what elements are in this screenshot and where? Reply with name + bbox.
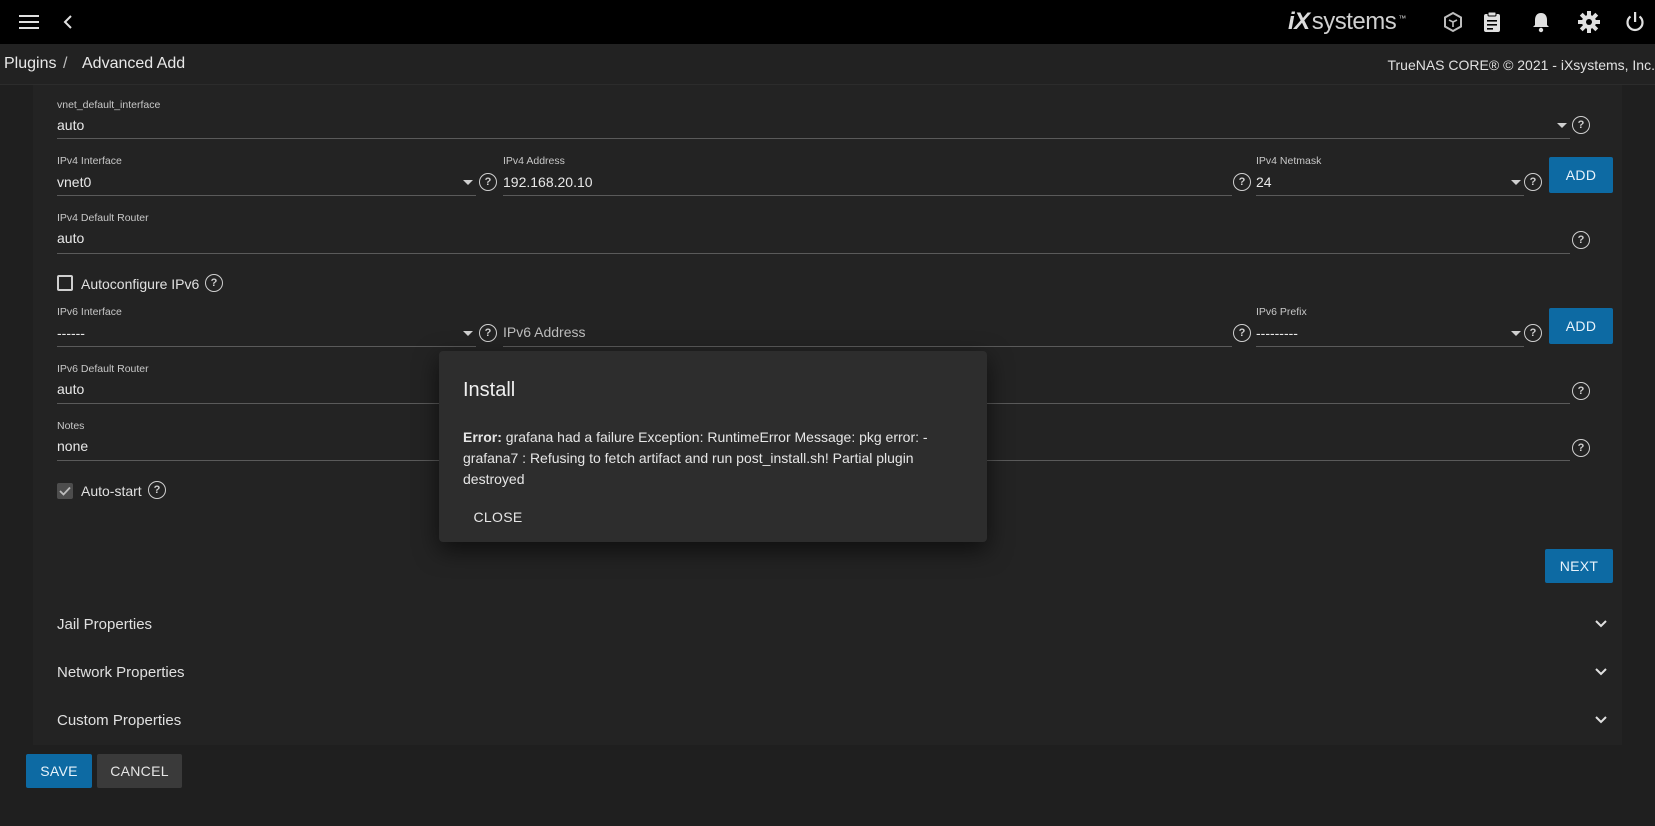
ipv4-default-router-input[interactable]: auto — [57, 230, 84, 246]
ipv6-prefix-dropdown-icon[interactable] — [1511, 331, 1521, 336]
brand-logo-trademark: ™ — [1398, 14, 1406, 23]
breadcrumb-separator: / — [63, 55, 68, 72]
ipv4-default-router-help-icon[interactable]: ? — [1572, 231, 1590, 249]
cancel-button[interactable]: CANCEL — [97, 754, 182, 788]
autoconfigure-ipv6-help-icon[interactable]: ? — [205, 274, 223, 292]
notes-help-icon[interactable]: ? — [1572, 439, 1590, 457]
gear-icon[interactable] — [1575, 8, 1603, 36]
ipv4-netmask-select[interactable]: 24 — [1256, 174, 1272, 190]
ipv4-netmask-help-icon[interactable]: ? — [1524, 173, 1542, 191]
install-error-dialog: Install Error: grafana had a failure Exc… — [439, 351, 987, 542]
auto-start-label: Auto-start — [81, 483, 142, 499]
auto-start-checkbox[interactable] — [57, 483, 73, 499]
ipv6-interface-underline — [57, 346, 476, 347]
ipv6-interface-label: IPv6 Interface — [57, 306, 122, 318]
ipv4-netmask-dropdown-icon[interactable] — [1511, 180, 1521, 185]
hamburger-menu-icon[interactable] — [15, 8, 43, 36]
ipv6-default-router-help-icon[interactable]: ? — [1572, 382, 1590, 400]
next-button[interactable]: NEXT — [1545, 549, 1613, 583]
vnet-default-interface-underline — [57, 138, 1570, 139]
ipv4-default-router-label: IPv4 Default Router — [57, 212, 149, 224]
autoconfigure-ipv6-label: Autoconfigure IPv6 — [81, 276, 200, 292]
accordion-network-properties-title: Network Properties — [57, 664, 185, 681]
ipv4-netmask-underline — [1256, 195, 1524, 196]
dialog-error-prefix: Error: — [463, 429, 502, 445]
ipv4-add-button[interactable]: ADD — [1549, 157, 1613, 193]
ipv4-interface-label: IPv4 Interface — [57, 155, 122, 167]
accordion-custom-properties[interactable]: Custom Properties — [33, 697, 1622, 745]
ipv6-prefix-help-icon[interactable]: ? — [1524, 324, 1542, 342]
ipv6-address-input[interactable]: IPv6 Address — [503, 324, 586, 340]
copyright-text: TrueNAS CORE® © 2021 - iXsystems, Inc. — [1387, 57, 1655, 73]
ipv6-prefix-select[interactable]: --------- — [1256, 325, 1298, 341]
auto-start-help-icon[interactable]: ? — [148, 481, 166, 499]
checkmark-icon — [59, 486, 71, 496]
ipv4-address-help-icon[interactable]: ? — [1233, 173, 1251, 191]
ipv6-prefix-label: IPv6 Prefix — [1256, 306, 1307, 318]
ipv6-address-underline — [503, 346, 1232, 347]
notes-input[interactable]: none — [57, 438, 88, 454]
brand-logo: iX systems ™ — [1288, 8, 1406, 36]
chevron-down-icon — [1595, 716, 1607, 724]
truecommand-icon[interactable] — [1439, 8, 1467, 36]
top-bar: iX systems ™ — [0, 0, 1655, 44]
ipv6-interface-select[interactable]: ------ — [57, 325, 85, 341]
brand-logo-prefix: iX — [1288, 8, 1310, 35]
chevron-down-icon — [1595, 620, 1607, 628]
vnet-default-interface-label: vnet_default_interface — [57, 99, 161, 111]
page-header: Plugins / Advanced Add TrueNAS CORE® © 2… — [0, 44, 1655, 85]
ipv6-interface-dropdown-icon[interactable] — [463, 331, 473, 336]
ipv4-interface-underline — [57, 195, 476, 196]
save-button[interactable]: SAVE — [26, 754, 92, 788]
chevron-down-icon — [1595, 668, 1607, 676]
bell-icon[interactable] — [1527, 8, 1555, 36]
chevron-left-icon[interactable] — [54, 8, 82, 36]
vnet-default-interface-dropdown-icon[interactable] — [1557, 123, 1567, 128]
breadcrumb-plugins[interactable]: Plugins — [4, 55, 56, 73]
accordion-custom-properties-title: Custom Properties — [57, 712, 182, 729]
ipv6-prefix-underline — [1256, 346, 1524, 347]
power-icon[interactable] — [1621, 8, 1649, 36]
vnet-default-interface-select[interactable]: auto — [57, 117, 84, 133]
ipv4-default-router-underline — [57, 253, 1570, 254]
breadcrumb-current: Advanced Add — [82, 55, 186, 72]
ipv6-default-router-input[interactable]: auto — [57, 381, 84, 397]
ipv6-address-help-icon[interactable]: ? — [1233, 324, 1251, 342]
accordion-network-properties[interactable]: Network Properties — [33, 649, 1622, 697]
accordion-jail-properties-title: Jail Properties — [57, 616, 153, 633]
ipv6-interface-help-icon[interactable]: ? — [479, 324, 497, 342]
dialog-close-button[interactable]: CLOSE — [463, 501, 533, 533]
ipv4-netmask-label: IPv4 Netmask — [1256, 155, 1322, 167]
vnet-default-interface-help-icon[interactable]: ? — [1572, 116, 1590, 134]
ipv4-address-label: IPv4 Address — [503, 155, 565, 167]
ipv6-add-button[interactable]: ADD — [1549, 308, 1613, 344]
accordion-jail-properties[interactable]: Jail Properties — [33, 601, 1622, 649]
ipv4-interface-dropdown-icon[interactable] — [463, 180, 473, 185]
ipv4-address-input[interactable]: 192.168.20.10 — [503, 174, 593, 190]
dialog-title: Install — [463, 379, 516, 401]
autoconfigure-ipv6-checkbox[interactable] — [57, 275, 73, 291]
notes-label: Notes — [57, 420, 85, 432]
clipboard-icon[interactable] — [1478, 8, 1506, 36]
brand-logo-suffix: systems — [1311, 8, 1397, 35]
ipv4-interface-help-icon[interactable]: ? — [479, 173, 497, 191]
ipv4-address-underline — [503, 195, 1232, 196]
ipv4-interface-select[interactable]: vnet0 — [57, 174, 91, 190]
ipv6-default-router-label: IPv6 Default Router — [57, 363, 149, 375]
dialog-error-text: grafana had a failure Exception: Runtime… — [463, 429, 928, 487]
dialog-message: Error: grafana had a failure Exception: … — [463, 427, 933, 490]
